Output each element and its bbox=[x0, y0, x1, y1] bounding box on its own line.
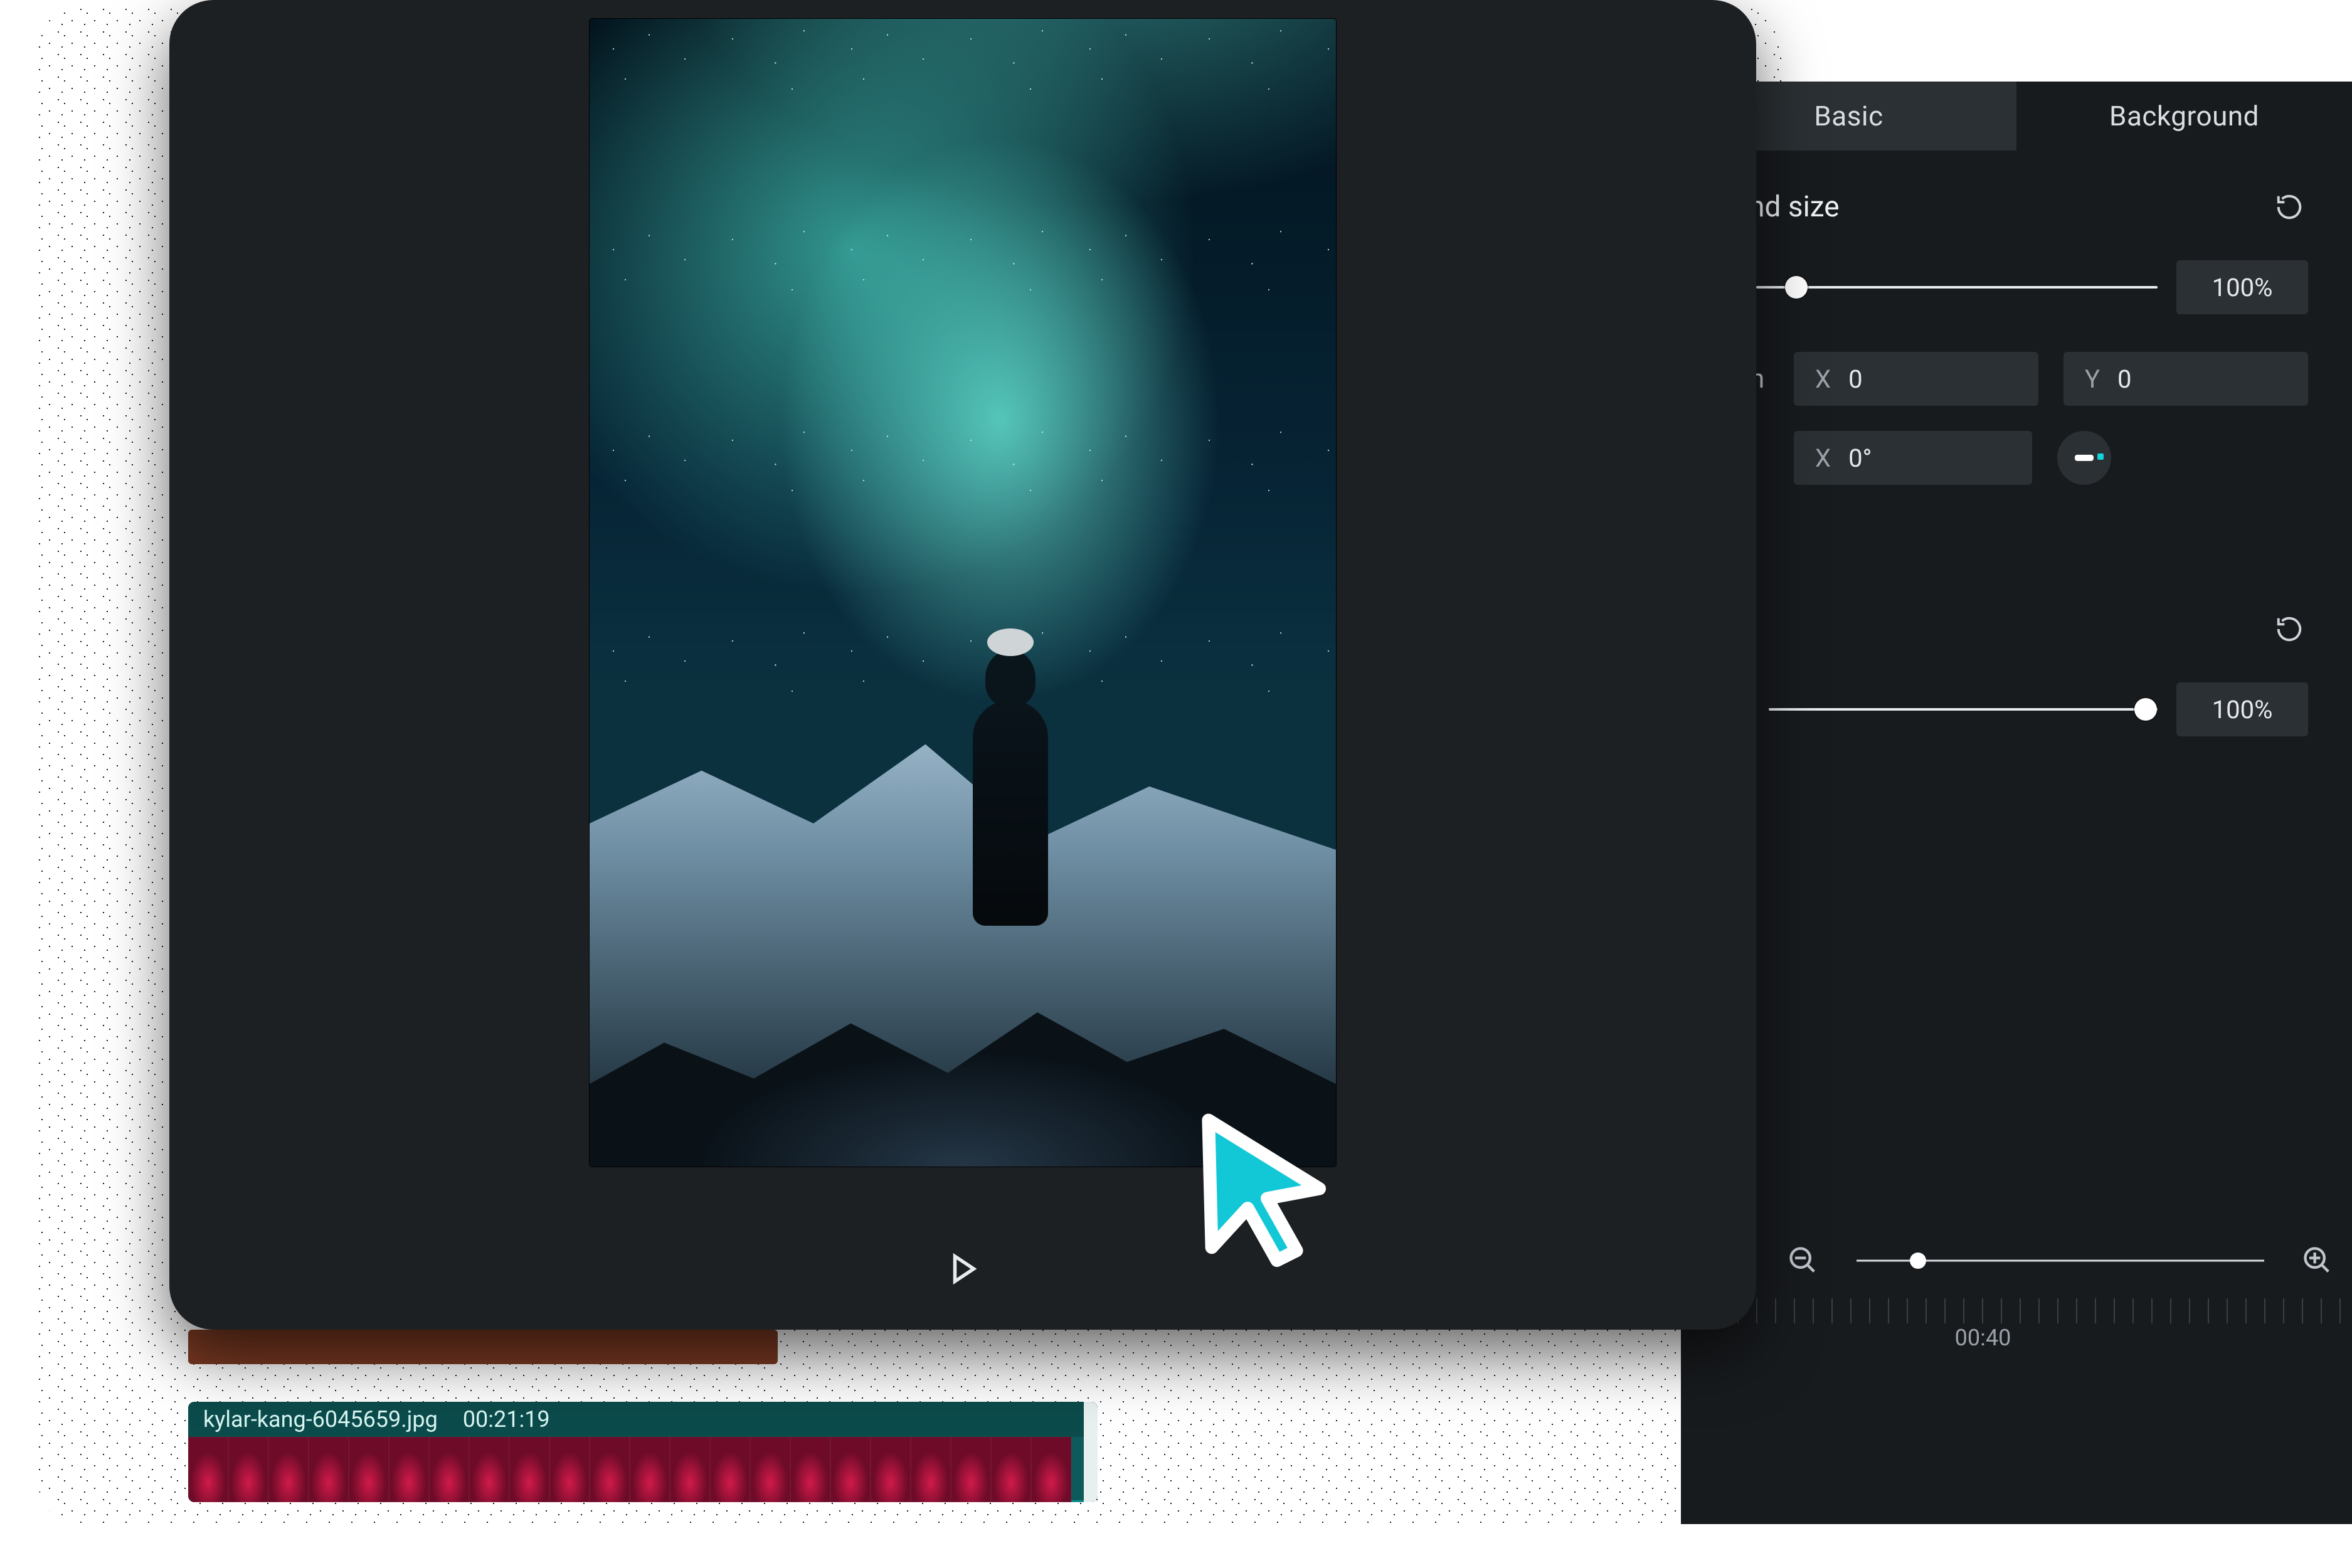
clip-thumbnails bbox=[188, 1437, 1098, 1502]
reset-position-size-button[interactable] bbox=[2270, 188, 2308, 226]
preview-window bbox=[169, 0, 1756, 1330]
opacity-slider-row: y 100% bbox=[1693, 682, 2308, 736]
section-opacity: y 100% bbox=[1681, 573, 2352, 736]
preview-controls bbox=[169, 1242, 1756, 1298]
tab-background[interactable]: Background bbox=[2016, 82, 2352, 151]
play-icon bbox=[944, 1250, 982, 1288]
zoom-slider[interactable] bbox=[1857, 1248, 2264, 1273]
position-y-field[interactable]: Y 0 bbox=[2063, 352, 2308, 406]
section-position-size: on and size 100% n X 0 Y bbox=[1681, 151, 2352, 485]
position-x-label: X bbox=[1815, 364, 1831, 394]
timeline-tracks: kylar-kang-6045659.jpg 00:21:19 bbox=[188, 1330, 2352, 1518]
inspector-panel: Basic Background on and size 100% n bbox=[1681, 82, 2352, 1524]
clip-duration: 00:21:19 bbox=[463, 1406, 550, 1433]
cursor-icon bbox=[1179, 1104, 1342, 1267]
clip-filename: kylar-kang-6045659.jpg bbox=[203, 1406, 438, 1433]
cursor-overlay bbox=[1179, 1104, 1342, 1267]
rotation-x-field[interactable]: X 0° bbox=[1794, 431, 2032, 485]
opacity-slider[interactable] bbox=[1769, 697, 2158, 722]
position-x-field[interactable]: X 0 bbox=[1794, 352, 2038, 406]
reset-icon bbox=[2275, 615, 2304, 644]
preview-canvas[interactable] bbox=[169, 19, 1756, 1210]
zoom-out-icon bbox=[1787, 1244, 1820, 1277]
rotation-step-button[interactable] bbox=[2057, 431, 2111, 485]
clip-header: kylar-kang-6045659.jpg 00:21:19 bbox=[188, 1402, 1098, 1437]
position-x-value: 0 bbox=[1848, 364, 1862, 394]
position-fields: n X 0 Y 0 bbox=[1693, 352, 2308, 406]
zoom-in-icon bbox=[2301, 1244, 2334, 1277]
zoom-in-button[interactable] bbox=[2296, 1239, 2339, 1283]
scale-slider[interactable] bbox=[1756, 275, 2158, 300]
preview-media[interactable] bbox=[590, 19, 1336, 1167]
rotation-fields: X 0° bbox=[1693, 431, 2308, 485]
scale-value[interactable]: 100% bbox=[2176, 260, 2308, 314]
position-y-value: 0 bbox=[2117, 364, 2131, 394]
timeline-zoom-controls bbox=[1681, 1226, 2352, 1295]
clip-trim-handle[interactable] bbox=[1084, 1402, 1098, 1502]
rotation-x-value: 0° bbox=[1848, 443, 1872, 473]
preview-subject-person bbox=[951, 600, 1070, 926]
scale-slider-row: 100% bbox=[1693, 260, 2308, 314]
reset-opacity-button[interactable] bbox=[2270, 610, 2308, 648]
accent-dot-icon bbox=[2097, 453, 2104, 460]
reset-icon bbox=[2275, 193, 2304, 221]
opacity-value[interactable]: 100% bbox=[2176, 682, 2308, 736]
play-button[interactable] bbox=[944, 1250, 982, 1290]
app-stage: Basic Background on and size 100% n bbox=[0, 0, 2352, 1568]
position-y-label: Y bbox=[2085, 364, 2100, 394]
zoom-out-button[interactable] bbox=[1781, 1239, 1825, 1283]
inspector-tabs: Basic Background bbox=[1681, 82, 2352, 151]
timeline-empty-region[interactable] bbox=[188, 1330, 778, 1364]
timeline-clip[interactable]: kylar-kang-6045659.jpg 00:21:19 bbox=[188, 1402, 1098, 1502]
rotation-x-label: X bbox=[1815, 443, 1831, 473]
minus-icon bbox=[2075, 455, 2094, 461]
